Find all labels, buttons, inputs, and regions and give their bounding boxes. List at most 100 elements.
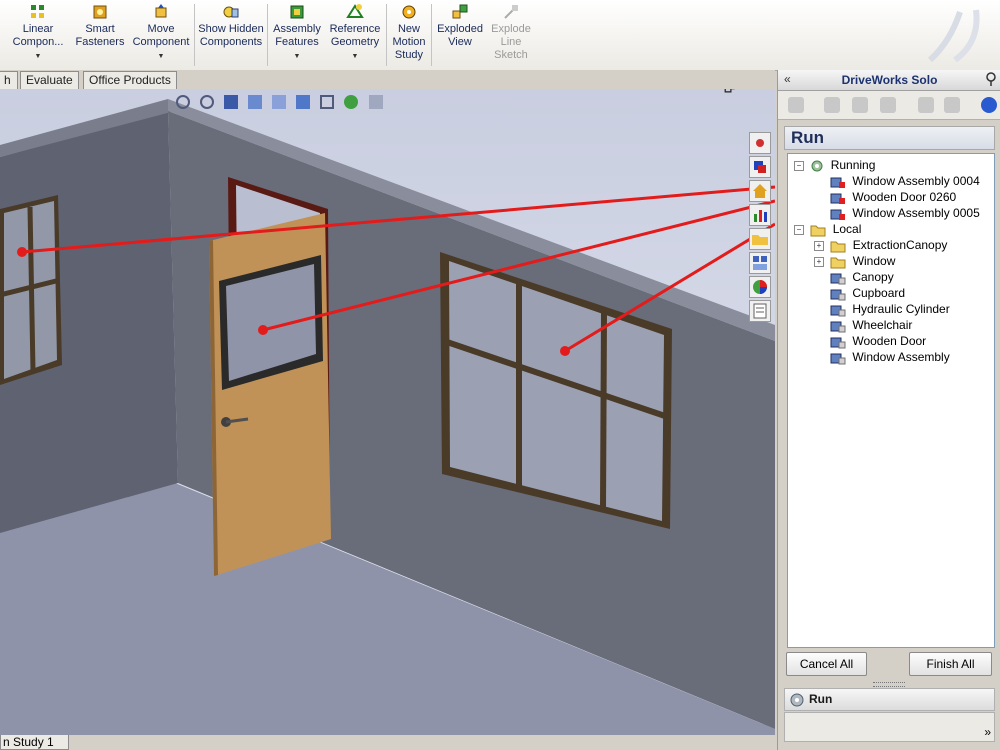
dropdown-arrow-icon[interactable]: ▼: [270, 50, 324, 63]
restore-icon[interactable]: 🗗: [724, 89, 735, 100]
assembly-features-icon: [290, 5, 304, 19]
tab-motion-study[interactable]: n Study 1: [0, 735, 69, 750]
help-icon[interactable]: [981, 97, 997, 113]
door-frame: [209, 177, 331, 576]
tool-icon[interactable]: [880, 97, 896, 113]
exploded-view-icon: [452, 4, 468, 19]
collapse-icon[interactable]: −: [794, 160, 804, 171]
zoom-area-icon[interactable]: [200, 95, 215, 109]
expand-icon[interactable]: +: [814, 240, 824, 251]
tree-item-running[interactable]: Window Assembly 0004: [830, 173, 980, 189]
tree-label: Window Assembly: [852, 350, 950, 364]
project-icon: [830, 305, 846, 317]
reference-geometry-label: Reference Geometry: [329, 23, 381, 48]
close-icon[interactable]: ×: [750, 89, 757, 93]
callout-dot: [258, 325, 268, 335]
tree-item-local[interactable]: Cupboard: [830, 285, 905, 301]
tool-icon[interactable]: [944, 97, 960, 113]
appearance-icon[interactable]: [344, 95, 359, 109]
tree-item-local[interactable]: Canopy: [830, 269, 894, 285]
previous-view-icon[interactable]: [224, 95, 239, 109]
tab-evaluate[interactable]: Evaluate: [20, 71, 79, 89]
minimize-icon[interactable]: –: [702, 89, 709, 93]
solidworks-resources-tab[interactable]: [749, 132, 771, 154]
toolbar-divider: [431, 4, 432, 66]
folder-icon: [830, 241, 846, 253]
show-hidden-components-button[interactable]: Show Hidden Components: [197, 3, 265, 67]
toolbar-divider: [386, 4, 387, 66]
appearances-icon: [753, 280, 767, 294]
file-explorer-tab[interactable]: [749, 180, 771, 202]
tree-label: Window: [852, 254, 896, 268]
tab-office-products[interactable]: Office Products: [83, 71, 177, 89]
dropdown-arrow-icon[interactable]: ▼: [6, 50, 70, 63]
search-tab[interactable]: [749, 204, 771, 226]
smart-fasteners-button[interactable]: Smart Fasteners: [72, 3, 128, 67]
tree-item-local[interactable]: Wheelchair: [830, 317, 912, 333]
tree-item-local[interactable]: Window Assembly: [830, 349, 950, 365]
folder-tab[interactable]: [749, 228, 771, 250]
tool-icon[interactable]: [824, 97, 840, 113]
tool-icon[interactable]: [788, 97, 804, 113]
save-icon[interactable]: [852, 97, 868, 113]
tree-label: Wooden Door 0260: [852, 190, 957, 204]
linear-pattern-icon: [31, 5, 44, 18]
tree-item-local[interactable]: Hydraulic Cylinder: [830, 301, 950, 317]
scene-icon[interactable]: [368, 95, 383, 109]
tree-item-running[interactable]: Wooden Door 0260: [830, 189, 956, 205]
tree-node-running[interactable]: − Running: [794, 157, 875, 173]
appearances-tab[interactable]: [749, 276, 771, 298]
tree-item-local[interactable]: Wooden Door: [830, 333, 926, 349]
move-component-button[interactable]: Move Component ▼: [130, 3, 192, 67]
design-library-icon: [754, 161, 766, 173]
running-model-icon: [830, 209, 845, 220]
display-style-icon[interactable]: [296, 95, 311, 109]
zoom-to-fit-icon[interactable]: [176, 95, 190, 109]
project-icon: [830, 353, 846, 365]
reference-geometry-button[interactable]: Reference Geometry ▼: [326, 3, 384, 67]
run-gear-icon: [790, 693, 804, 707]
dropdown-arrow-icon[interactable]: ▼: [130, 50, 192, 63]
splitter-grip[interactable]: [873, 682, 905, 687]
linear-component-pattern-button[interactable]: Linear Compon... ▼: [6, 3, 70, 67]
run-section-bar[interactable]: Run: [784, 688, 995, 711]
tool-icon[interactable]: [918, 97, 934, 113]
smart-fasteners-label: Smart Fasteners: [75, 23, 125, 48]
exploded-view-label: Exploded View: [437, 23, 483, 48]
running-gear-icon: [811, 160, 823, 172]
command-manager: Linear Compon... ▼ Smart Fasteners Move …: [0, 0, 1000, 71]
cancel-all-button[interactable]: Cancel All: [786, 652, 867, 676]
view-palette-tab[interactable]: [749, 252, 771, 274]
tree-label: Window Assembly 0004: [852, 174, 980, 188]
collapse-icon[interactable]: −: [794, 224, 804, 235]
custom-properties-tab[interactable]: [749, 300, 771, 322]
hide-show-items-icon[interactable]: [320, 95, 335, 109]
more-options-icon[interactable]: »: [984, 725, 991, 739]
panel-title: DriveWorks Solo: [841, 73, 938, 87]
new-motion-study-button[interactable]: New Motion Study: [389, 3, 429, 67]
pin-icon[interactable]: [985, 72, 997, 86]
finish-all-button[interactable]: Finish All: [909, 652, 992, 676]
tree-item-running[interactable]: Window Assembly 0005: [830, 205, 980, 221]
tab-sketch[interactable]: h: [0, 71, 18, 89]
dropdown-arrow-icon[interactable]: ▼: [326, 50, 384, 63]
tree-folder[interactable]: + Window: [814, 253, 895, 269]
callout-dot: [17, 247, 27, 257]
explode-line-sketch-icon: [504, 5, 518, 19]
command-tabs: h Evaluate Office Products: [0, 70, 775, 89]
tree-folder[interactable]: + ExtractionCanopy: [814, 237, 947, 253]
design-library-tab[interactable]: [749, 156, 771, 178]
graphics-area[interactable]: – 🗗 ×: [0, 89, 775, 735]
explode-line-sketch-button[interactable]: Explode Line Sketch: [488, 3, 534, 67]
exploded-view-button[interactable]: Exploded View: [434, 3, 486, 67]
section-view-icon[interactable]: [248, 95, 263, 109]
expand-icon[interactable]: +: [814, 256, 824, 267]
running-model-icon: [830, 193, 845, 204]
toolbar-divider: [267, 4, 268, 66]
assembly-features-button[interactable]: Assembly Features ▼: [270, 3, 324, 67]
smart-fasteners-icon: [93, 5, 107, 19]
tree-node-local[interactable]: − Local: [794, 221, 861, 237]
scene-3d: [0, 99, 775, 735]
view-orientation-icon[interactable]: [272, 95, 287, 109]
folder-icon: [810, 225, 826, 237]
